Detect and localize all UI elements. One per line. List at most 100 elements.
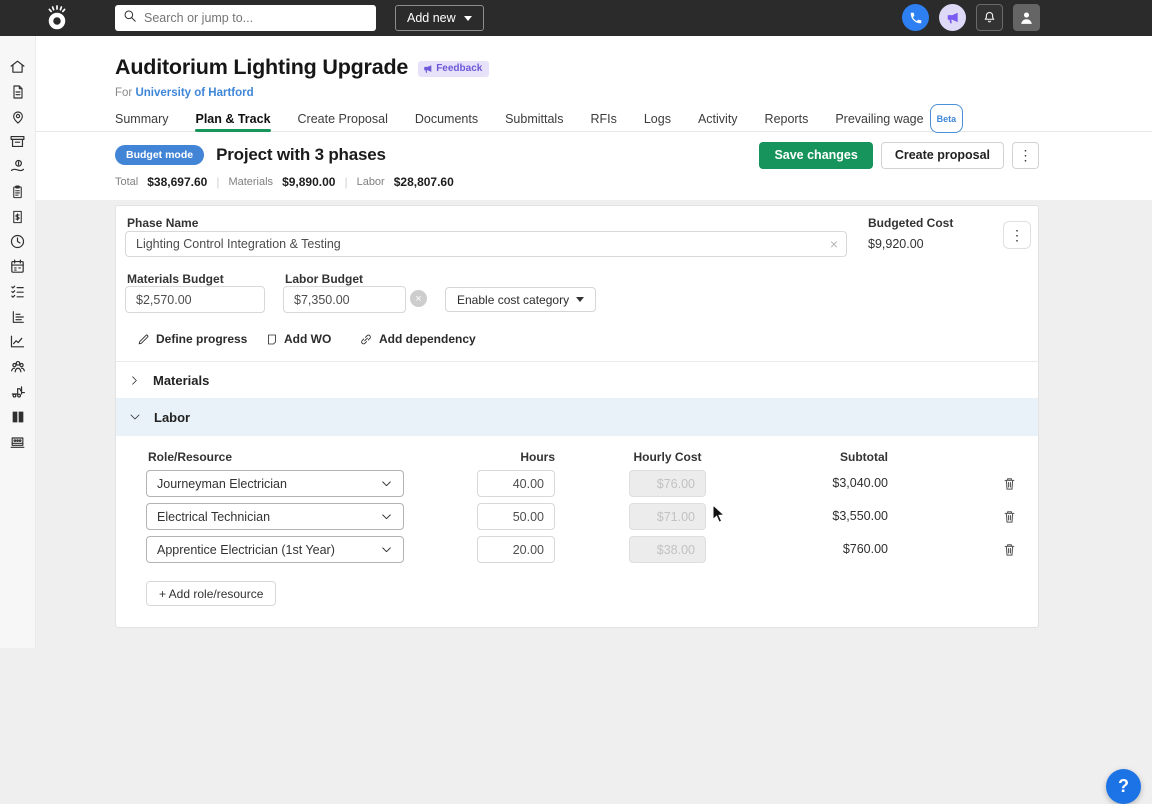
toolbar-kebab-button[interactable]: ⋮ bbox=[1012, 142, 1039, 169]
beta-badge: Beta bbox=[930, 104, 964, 133]
budgeted-cost-label: Budgeted Cost bbox=[868, 216, 953, 230]
megaphone-icon bbox=[423, 64, 433, 74]
role-select[interactable]: Electrical Technician bbox=[146, 503, 404, 530]
add-new-label: Add new bbox=[407, 11, 456, 25]
phase-name-input[interactable] bbox=[125, 231, 847, 257]
tab-documents[interactable]: Documents bbox=[415, 106, 478, 131]
materials-total-value: $9,890.00 bbox=[282, 175, 335, 189]
hourly-cost-input bbox=[629, 470, 706, 497]
tab-submittals[interactable]: Submittals bbox=[505, 106, 563, 131]
announcements-button[interactable] bbox=[939, 4, 966, 31]
materials-budget-input[interactable] bbox=[125, 286, 265, 313]
add-wo-label: Add WO bbox=[284, 332, 331, 346]
role-select[interactable]: Journeyman Electrician bbox=[146, 470, 404, 497]
enable-cost-category-button[interactable]: Enable cost category bbox=[445, 287, 596, 312]
sidebar-item-documents[interactable] bbox=[6, 83, 30, 100]
sidebar-item-home[interactable] bbox=[6, 58, 30, 75]
client-link[interactable]: University of Hartford bbox=[135, 87, 253, 99]
page-header: Auditorium Lighting Upgrade Feedback For… bbox=[36, 36, 1152, 200]
caret-down-icon bbox=[576, 297, 584, 302]
tab-rfis[interactable]: RFIs bbox=[590, 106, 616, 131]
materials-section-label: Materials bbox=[153, 373, 209, 388]
sidebar-item-invoices[interactable] bbox=[6, 208, 30, 225]
sidebar-item-bar-chart[interactable] bbox=[6, 308, 30, 325]
add-role-resource-button[interactable]: + Add role/resource bbox=[146, 581, 276, 606]
labor-section-header[interactable]: Labor bbox=[116, 398, 1038, 436]
sidebar-item-time[interactable] bbox=[6, 233, 30, 250]
phase-kebab-button[interactable]: ⋮ bbox=[1003, 221, 1031, 249]
trash-icon bbox=[1002, 476, 1017, 491]
add-wo-link[interactable]: Add WO bbox=[266, 332, 331, 346]
app-logo-icon[interactable] bbox=[44, 4, 70, 37]
separator: | bbox=[344, 175, 347, 189]
search-icon bbox=[123, 9, 137, 28]
for-label: For bbox=[115, 87, 132, 99]
add-dependency-link[interactable]: Add dependency bbox=[359, 332, 476, 346]
sidebar-item-calendar[interactable] bbox=[6, 258, 30, 275]
user-avatar[interactable] bbox=[1013, 4, 1040, 31]
remove-budget-icon[interactable]: × bbox=[410, 290, 427, 307]
chevron-down-icon bbox=[129, 411, 141, 423]
chevron-down-icon bbox=[380, 510, 393, 523]
clear-icon[interactable]: × bbox=[830, 235, 838, 253]
sidebar-item-locations[interactable] bbox=[6, 108, 30, 125]
delete-row-button[interactable] bbox=[1002, 503, 1018, 530]
total-label: Total bbox=[115, 176, 138, 188]
link-icon bbox=[359, 333, 373, 346]
sidebar-item-clipboard[interactable] bbox=[6, 183, 30, 200]
tab-logs[interactable]: Logs bbox=[644, 106, 671, 131]
create-proposal-button[interactable]: Create proposal bbox=[881, 142, 1004, 169]
search-input[interactable] bbox=[144, 11, 368, 25]
define-progress-link[interactable]: Define progress bbox=[137, 332, 247, 346]
tab-activity[interactable]: Activity bbox=[698, 106, 738, 131]
labor-section-label: Labor bbox=[154, 410, 190, 425]
separator: | bbox=[216, 175, 219, 189]
sidebar-item-payments[interactable] bbox=[6, 158, 30, 175]
hours-input[interactable] bbox=[477, 536, 555, 563]
content-area: Phase Name × Budgeted Cost $9,920.00 ⋮ M… bbox=[36, 200, 1152, 648]
sidebar-item-line-chart[interactable] bbox=[6, 333, 30, 350]
help-button[interactable]: ? bbox=[1106, 769, 1141, 804]
sidebar-item-inbox[interactable] bbox=[6, 133, 30, 150]
topbar: Add new bbox=[0, 0, 1152, 36]
pencil-icon bbox=[137, 333, 150, 346]
work-order-icon bbox=[266, 333, 278, 346]
sidebar-item-team[interactable] bbox=[6, 358, 30, 375]
sidebar-item-checklist[interactable] bbox=[6, 283, 30, 300]
save-changes-button[interactable]: Save changes bbox=[759, 142, 872, 169]
feedback-badge[interactable]: Feedback bbox=[418, 61, 489, 77]
sidebar-item-library[interactable] bbox=[6, 408, 30, 425]
phase-name-field: × bbox=[125, 231, 847, 257]
global-search[interactable] bbox=[115, 5, 376, 31]
client-subtitle: For University of Hartford bbox=[115, 87, 254, 99]
chevron-down-icon bbox=[380, 477, 393, 490]
project-heading: Project with 3 phases bbox=[216, 145, 386, 165]
add-new-button[interactable]: Add new bbox=[395, 5, 484, 31]
hours-input[interactable] bbox=[477, 503, 555, 530]
sidebar bbox=[0, 36, 36, 648]
role-select-value: Apprentice Electrician (1st Year) bbox=[157, 543, 380, 557]
row-subtotal: $760.00 bbox=[776, 536, 888, 563]
sidebar-item-equipment[interactable] bbox=[6, 383, 30, 400]
tab-summary[interactable]: Summary bbox=[115, 106, 168, 131]
hours-input[interactable] bbox=[477, 470, 555, 497]
prevailing-wage-label: Prevailing wage bbox=[835, 107, 923, 131]
phone-button[interactable] bbox=[902, 4, 929, 31]
role-select[interactable]: Apprentice Electrician (1st Year) bbox=[146, 536, 404, 563]
tab-prevailing-wage[interactable]: Prevailing wage Beta bbox=[835, 106, 963, 131]
labor-budget-input[interactable] bbox=[283, 286, 406, 313]
tab-create-proposal[interactable]: Create Proposal bbox=[298, 106, 388, 131]
delete-row-button[interactable] bbox=[1002, 536, 1018, 563]
phase-name-label: Phase Name bbox=[127, 216, 198, 230]
hourly-cost-input bbox=[629, 503, 706, 530]
toolbar: Budget mode Project with 3 phases Save c… bbox=[115, 140, 1039, 170]
sidebar-item-machines[interactable] bbox=[6, 433, 30, 450]
role-select-value: Journeyman Electrician bbox=[157, 477, 380, 491]
tab-plan-track[interactable]: Plan & Track bbox=[195, 106, 270, 131]
delete-row-button[interactable] bbox=[1002, 470, 1018, 497]
phase-card: Phase Name × Budgeted Cost $9,920.00 ⋮ M… bbox=[115, 205, 1039, 628]
tab-reports[interactable]: Reports bbox=[765, 106, 809, 131]
materials-section-header[interactable]: Materials bbox=[116, 361, 1038, 398]
notifications-button[interactable] bbox=[976, 4, 1003, 31]
budgeted-cost-value: $9,920.00 bbox=[868, 237, 924, 251]
